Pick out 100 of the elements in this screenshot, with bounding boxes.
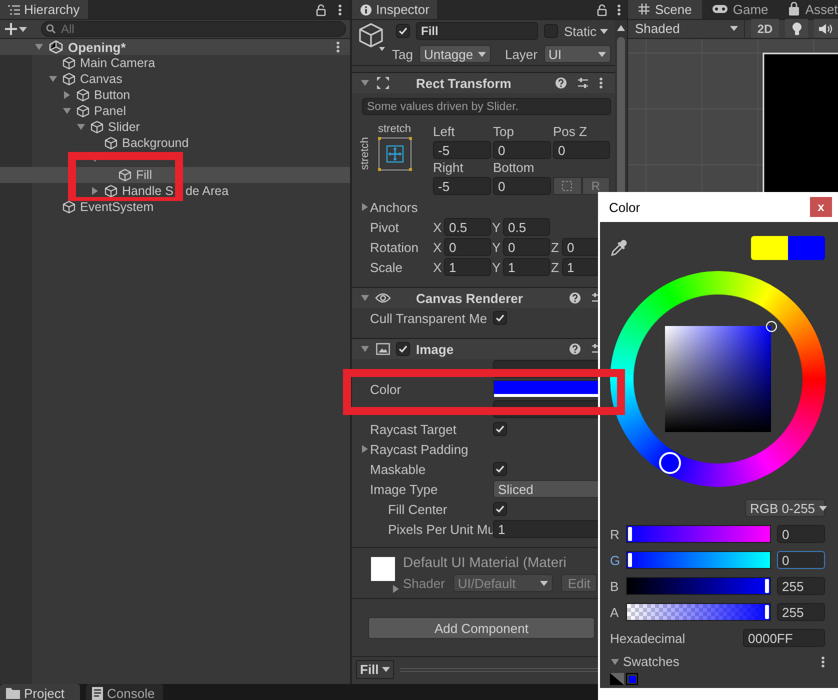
saturation-value-handle[interactable] [766, 320, 776, 332]
lock-icon[interactable] [316, 4, 326, 16]
number-field[interactable]: 0 [493, 177, 551, 195]
number-field[interactable]: -5 [433, 177, 491, 195]
inspector-tab[interactable]: Inspector [352, 0, 438, 19]
create-button[interactable] [5, 23, 27, 35]
layer-dropdown[interactable]: UI [544, 45, 611, 63]
2d-toggle-button[interactable]: 2D [751, 19, 779, 38]
tree-item[interactable]: Handle S de Area [0, 183, 350, 199]
object-dropdown[interactable]: Fill [356, 660, 394, 679]
hierarchy-tab[interactable]: Hierarchy [0, 0, 88, 19]
more-icon[interactable] [599, 77, 603, 89]
tree-item[interactable]: Background [0, 135, 350, 151]
close-button[interactable]: x [810, 197, 832, 217]
expanded-arrow-icon[interactable] [62, 106, 72, 116]
color-mode-dropdown[interactable]: RGB 0-255 [745, 499, 825, 517]
hex-field[interactable]: 0000FF [743, 629, 825, 647]
scroll-up-icon[interactable] [617, 25, 625, 31]
more-icon[interactable] [617, 4, 621, 16]
scene-row[interactable]: Opening* [0, 39, 350, 55]
channel-slider[interactable] [626, 577, 771, 595]
active-checkbox[interactable] [396, 24, 410, 38]
game-object-icon[interactable] [358, 22, 386, 52]
channel-value-field[interactable]: 0 [777, 525, 825, 543]
eyedropper-icon[interactable] [610, 239, 628, 257]
collapsed-arrow-icon[interactable] [391, 584, 401, 594]
channel-value-field[interactable]: 255 [777, 603, 825, 621]
anchor-label: stretch [378, 123, 412, 135]
channel-slider[interactable] [626, 525, 771, 543]
presets-icon[interactable] [577, 77, 589, 89]
number-field[interactable]: 0 [444, 238, 491, 256]
scene-tab[interactable]: Scene [628, 0, 702, 19]
shading-dropdown[interactable]: Shaded [631, 20, 746, 38]
number-field[interactable]: -5 [433, 141, 491, 159]
expanded-arrow-icon[interactable] [76, 122, 86, 132]
saturation-value-square[interactable] [665, 326, 771, 432]
number-field[interactable]: 1 [503, 258, 550, 276]
checkbox[interactable] [493, 422, 507, 436]
checkbox[interactable] [493, 502, 507, 516]
tree-item[interactable]: Main Camera [0, 55, 350, 71]
add-component-button[interactable]: Add Component [368, 617, 595, 639]
color-swatch[interactable] [626, 673, 638, 685]
more-icon[interactable] [336, 41, 340, 53]
static-dropdown[interactable]: Static [564, 24, 608, 38]
static-checkbox[interactable] [544, 24, 558, 38]
search-box[interactable]: All [41, 21, 346, 37]
expanded-arrow-icon[interactable] [360, 344, 370, 354]
slider-thumb[interactable] [628, 553, 632, 567]
number-field[interactable]: 0 [553, 141, 610, 159]
channel-value-field[interactable]: 255 [777, 577, 825, 595]
slider-thumb[interactable] [628, 527, 632, 541]
tree-item[interactable]: EventSystem [0, 199, 350, 215]
tag-dropdown[interactable]: Untagge [418, 45, 491, 63]
help-icon[interactable] [555, 77, 567, 89]
number-field[interactable]: 0.5 [503, 218, 550, 236]
scene-tab[interactable]: Game [702, 0, 778, 19]
expanded-arrow-icon[interactable] [360, 293, 370, 303]
lock-icon[interactable] [597, 4, 607, 16]
number-field[interactable]: 0 [493, 141, 551, 159]
audio-button[interactable] [814, 19, 838, 38]
checkbox[interactable] [493, 462, 507, 476]
collapsed-arrow-icon[interactable] [360, 202, 370, 212]
collapsed-arrow-icon[interactable] [62, 90, 72, 100]
expanded-arrow-icon[interactable] [48, 74, 58, 84]
panel-tab[interactable]: Console [86, 684, 163, 700]
search-icon [46, 24, 57, 34]
collapsed-arrow-icon[interactable] [360, 444, 370, 454]
channel-slider[interactable] [626, 603, 771, 621]
number-field[interactable]: 0 [503, 238, 550, 256]
slider-thumb[interactable] [765, 579, 769, 593]
panel-tab[interactable]: Project [0, 684, 80, 700]
tree-item[interactable]: Slider [0, 119, 350, 135]
channel-value-field[interactable]: 0 [777, 551, 825, 569]
number-field[interactable]: 1 [444, 258, 491, 276]
name-field[interactable]: Fill [416, 22, 538, 40]
help-icon[interactable] [569, 292, 581, 304]
blueprint-mode-button[interactable] [553, 177, 582, 195]
expanded-arrow-icon[interactable] [360, 78, 370, 88]
tree-item[interactable]: Fill [0, 167, 350, 183]
tree-item[interactable]: Button [0, 87, 350, 103]
item-name: Panel [94, 104, 126, 118]
channel-slider[interactable] [626, 551, 771, 569]
previous-color-swatch[interactable] [751, 236, 788, 260]
enabled-checkbox[interactable] [396, 342, 410, 356]
lighting-button[interactable] [784, 19, 808, 38]
anchor-preset-icon[interactable] [376, 135, 414, 173]
number-field[interactable]: 0.5 [444, 218, 491, 236]
more-icon[interactable] [821, 656, 825, 668]
more-icon[interactable] [338, 4, 342, 16]
expanded-arrow-icon[interactable] [34, 42, 44, 52]
component-header[interactable]: Rect Transform [352, 72, 615, 93]
tree-item[interactable]: Panel [0, 103, 350, 119]
checkbox[interactable] [493, 311, 507, 325]
tree-item[interactable]: Canvas [0, 71, 350, 87]
expanded-arrow-icon[interactable] [610, 656, 620, 666]
scene-tab[interactable]: Asset [778, 0, 838, 19]
help-icon[interactable] [569, 343, 581, 355]
swatch-presets-icon[interactable] [610, 673, 624, 685]
slider-thumb[interactable] [765, 605, 769, 619]
collapsed-arrow-icon[interactable] [90, 186, 100, 196]
